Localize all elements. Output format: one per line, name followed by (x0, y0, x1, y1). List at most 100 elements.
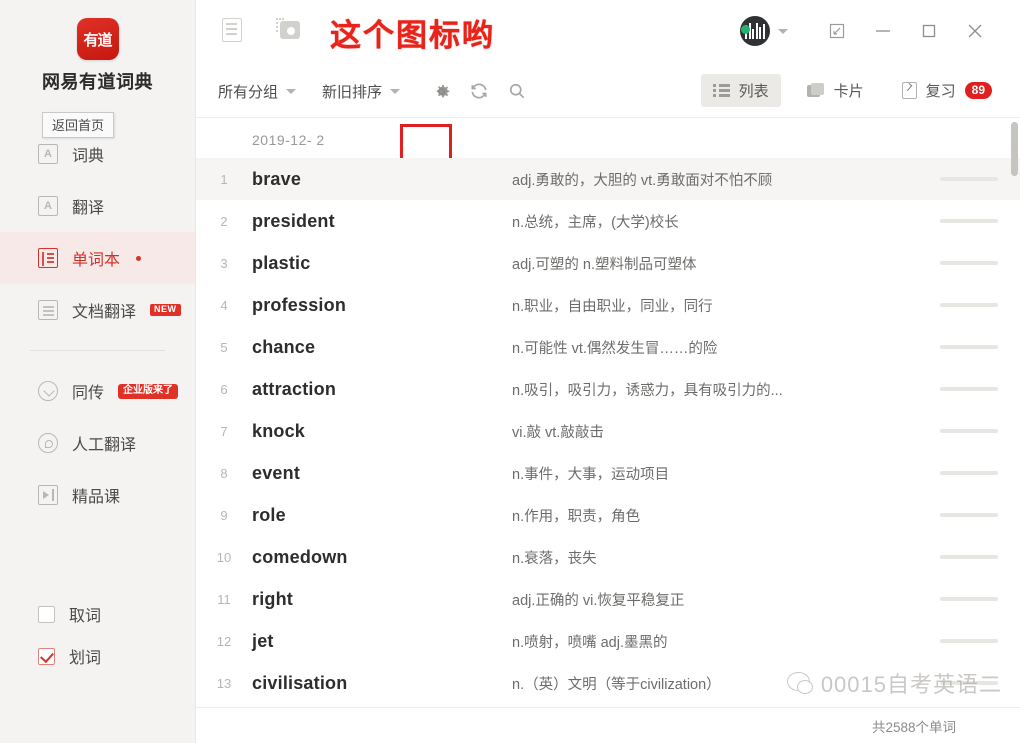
checkbox-row-huaci[interactable]: 划词 (38, 635, 101, 677)
group-filter-dropdown[interactable]: 所有分组 (218, 81, 297, 102)
view-card-label: 卡片 (833, 83, 864, 100)
app-title: 网易有道词典 (42, 72, 153, 92)
close-button[interactable] (952, 14, 998, 48)
table-row[interactable]: 4 profession n.职业，自由职业，同业，同行 (196, 284, 1020, 326)
sidebar-item-document-translate[interactable]: 文档翻译 NEW (0, 284, 195, 336)
sidebar-item-course[interactable]: 精品课 (0, 469, 195, 521)
human-translation-icon (38, 433, 58, 453)
row-progress-bar (940, 513, 998, 517)
document-icon[interactable] (222, 18, 242, 42)
row-word[interactable]: attraction (252, 379, 512, 400)
word-count-label: 共2588个单词 (871, 719, 956, 735)
row-progress-bar (940, 429, 998, 433)
checkbox-row-quci[interactable]: 取词 (38, 593, 101, 635)
row-word[interactable]: comedown (252, 547, 512, 568)
table-row[interactable]: 8 event n.事件，大事，运动项目 (196, 452, 1020, 494)
row-word[interactable]: knock (252, 421, 512, 442)
row-number: 5 (220, 339, 228, 355)
row-number: 1 (220, 171, 228, 187)
table-row[interactable]: 2 president n.总统，主席，(大学)校长 (196, 200, 1020, 242)
row-word[interactable]: brave (252, 169, 512, 190)
settings-gear-icon[interactable] (426, 76, 456, 106)
row-number: 4 (220, 297, 228, 313)
table-row[interactable]: 10 comedown n.衰落，丧失 (196, 536, 1020, 578)
word-list: 2019-12- 2 1 brave adj.勇敢的，大胆的 vt.勇敢面对不怕… (196, 118, 1020, 705)
sidebar-divider (30, 350, 165, 351)
table-row[interactable]: 9 role n.作用，职责，角色 (196, 494, 1020, 536)
row-progress-bar (940, 345, 998, 349)
table-row[interactable]: 5 chance n.可能性 vt.偶然发生冒……的险 (196, 326, 1020, 368)
table-row[interactable]: 12 jet n.喷射，喷嘴 adj.墨黑的 (196, 620, 1020, 662)
row-progress-bar (940, 639, 998, 643)
screenshot-camera-icon[interactable] (276, 18, 300, 39)
row-definition: n.职业，自由职业，同业，同行 (512, 298, 713, 315)
expand-button[interactable] (814, 14, 860, 48)
sidebar-item-dictionary[interactable]: A 词典 (0, 128, 195, 180)
row-definition: n.吸引，吸引力，诱惑力，具有吸引力的... (512, 382, 783, 399)
row-definition: n.作用，职责，角色 (512, 508, 641, 525)
huaci-checkbox[interactable] (38, 647, 55, 665)
row-number: 7 (220, 423, 228, 439)
row-definition: n.喷射，喷嘴 adj.墨黑的 (512, 634, 668, 651)
avatar-group[interactable] (740, 16, 788, 46)
review-count-badge: 89 (964, 82, 992, 99)
row-word[interactable]: plastic (252, 253, 512, 274)
logo-wrap: 有道 (0, 0, 195, 60)
annotation-text: 这个图标哟 (330, 18, 495, 54)
date-header: 2019-12- 2 (252, 132, 325, 148)
table-row[interactable]: 11 right adj.正确的 vi.恢复平稳复正 (196, 578, 1020, 620)
list-view-icon (712, 84, 730, 97)
row-word[interactable]: president (252, 211, 512, 232)
row-word[interactable]: event (252, 463, 512, 484)
vertical-scrollbar[interactable] (1011, 122, 1018, 176)
quci-checkbox[interactable] (38, 605, 55, 623)
sidebar-item-label: 词典 (72, 148, 105, 165)
table-row[interactable]: 1 brave adj.勇敢的，大胆的 vt.勇敢面对不怕不顾 (196, 158, 1020, 200)
row-word[interactable]: profession (252, 295, 512, 316)
maximize-button[interactable] (906, 14, 952, 48)
row-progress-bar (940, 177, 998, 181)
row-definition: n.（英）文明（等于civilization） (512, 676, 721, 693)
view-list-button[interactable]: 列表 (700, 74, 781, 107)
sidebar-item-label: 文档翻译 (72, 304, 137, 321)
sidebar-item-label: 单词本 (72, 252, 121, 269)
row-definition: adj.可塑的 n.塑料制品可塑体 (512, 256, 697, 273)
row-word[interactable]: jet (252, 631, 512, 652)
row-number: 11 (217, 591, 231, 607)
sidebar-nav: A 词典 A 翻译 单词本 文档翻译 NEW 同传 企业版来了 人工翻译 精品课 (0, 128, 195, 521)
refresh-icon[interactable] (464, 76, 494, 106)
sort-filter-label: 新旧排序 (322, 83, 383, 101)
avatar[interactable] (740, 16, 770, 46)
title-bar-left-icons (222, 18, 300, 42)
search-icon[interactable] (502, 76, 532, 106)
row-definition: n.可能性 vt.偶然发生冒……的险 (512, 340, 718, 357)
table-row[interactable]: 3 plastic adj.可塑的 n.塑料制品可塑体 (196, 242, 1020, 284)
minimize-button[interactable] (860, 14, 906, 48)
sidebar-item-simultaneous[interactable]: 同传 企业版来了 (0, 365, 195, 417)
chevron-down-icon[interactable] (778, 28, 788, 34)
toolbar-right: 列表 卡片 复习 89 (687, 74, 1004, 107)
view-list-label: 列表 (738, 83, 769, 100)
toolbar-left: 所有分组 新旧排序 (218, 76, 540, 106)
footer: 共2588个单词 (196, 707, 1020, 743)
row-word[interactable]: chance (252, 337, 512, 358)
row-progress-bar (940, 555, 998, 559)
row-word[interactable]: civilisation (252, 673, 512, 694)
row-number: 6 (220, 381, 228, 397)
row-progress-bar (940, 303, 998, 307)
row-number: 12 (216, 633, 232, 649)
row-word[interactable]: right (252, 589, 512, 610)
view-card-button[interactable]: 卡片 (795, 74, 876, 107)
sidebar-item-translate[interactable]: A 翻译 (0, 180, 195, 232)
simultaneous-interpretation-icon (38, 381, 58, 401)
enterprise-badge: 企业版来了 (118, 383, 179, 399)
table-row[interactable]: 7 knock vi.敲 vt.敲敲击 (196, 410, 1020, 452)
sidebar-item-wordbook[interactable]: 单词本 (0, 232, 195, 284)
row-word[interactable]: role (252, 505, 512, 526)
sort-filter-dropdown[interactable]: 新旧排序 (322, 81, 401, 102)
table-row[interactable]: 6 attraction n.吸引，吸引力，诱惑力，具有吸引力的... (196, 368, 1020, 410)
review-button[interactable]: 复习 89 (890, 74, 1004, 107)
sidebar-item-human-translation[interactable]: 人工翻译 (0, 417, 195, 469)
table-row[interactable]: 13 civilisation n.（英）文明（等于civilization） (196, 662, 1020, 704)
row-definition: adj.正确的 vi.恢复平稳复正 (512, 592, 685, 609)
